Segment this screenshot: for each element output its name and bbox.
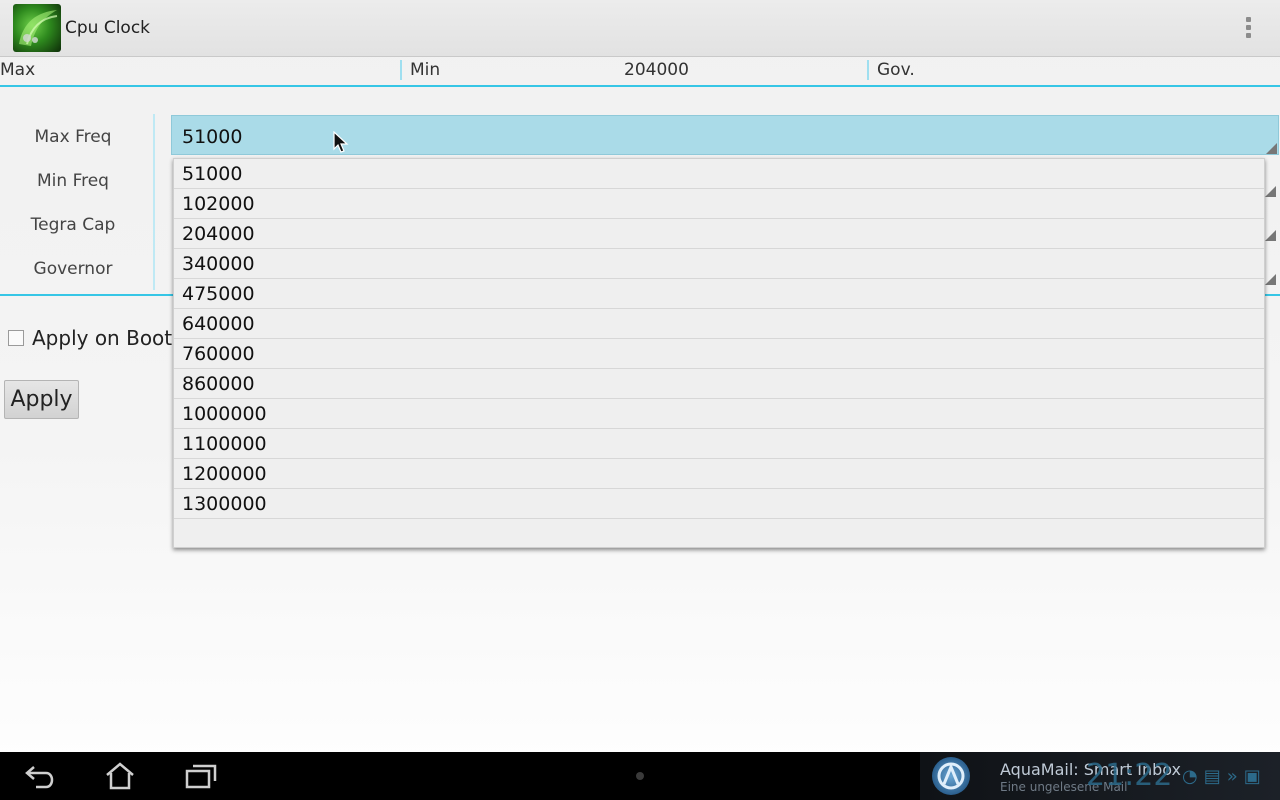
home-indicator-dot: [636, 772, 644, 780]
dropdown-option[interactable]: 204000: [174, 219, 1264, 249]
max-label: Max: [0, 60, 36, 80]
dropdown-option[interactable]: 102000: [174, 189, 1264, 219]
dropdown-option[interactable]: 760000: [174, 339, 1264, 369]
dropdown-option[interactable]: 1100000: [174, 429, 1264, 459]
apply-on-boot-checkbox[interactable]: [8, 330, 24, 346]
keyboard-icon: ▤: [1203, 766, 1227, 787]
app-title: Cpu Clock: [65, 18, 151, 38]
tegra-cap-label: Tegra Cap: [30, 215, 116, 235]
back-icon[interactable]: [24, 762, 58, 794]
dropdown-option[interactable]: 340000: [174, 249, 1264, 279]
min-freq-label: Min Freq: [37, 171, 109, 191]
dropdown-option[interactable]: 475000: [174, 279, 1264, 309]
status-icons: ◔▤»▣: [1182, 766, 1267, 787]
min-label: Min: [410, 60, 441, 80]
max-freq-label: Max Freq: [34, 127, 112, 147]
notification-area[interactable]: AquaMail: Smart Inbox Eine ungelesene Ma…: [920, 752, 1280, 800]
system-navigation-bar: AquaMail: Smart Inbox Eine ungelesene Ma…: [0, 752, 1280, 800]
governor-field-label: Governor: [33, 259, 113, 279]
tegra-cap-spinner-arrow-icon[interactable]: [1265, 230, 1276, 241]
dropdown-option[interactable]: 1000000: [174, 399, 1264, 429]
recent-apps-icon[interactable]: [184, 762, 218, 794]
frequency-info-row: Max Min 204000 Gov.: [0, 56, 1280, 86]
max-freq-spinner-arrow-icon: [1266, 143, 1277, 154]
form-divider: [153, 114, 155, 290]
divider: [867, 60, 869, 80]
divider: [400, 60, 402, 80]
governor-spinner-arrow-icon[interactable]: [1265, 274, 1276, 285]
dropdown-option[interactable]: 860000: [174, 369, 1264, 399]
dropdown-option[interactable]: 1200000: [174, 459, 1264, 489]
min-freq-spinner-arrow-icon[interactable]: [1265, 186, 1276, 197]
cpu-clock-app-icon[interactable]: [13, 4, 61, 52]
min-value: 204000: [624, 60, 689, 80]
aquamail-icon[interactable]: [932, 757, 970, 795]
wifi-icon: ◔: [1182, 766, 1204, 787]
apply-button[interactable]: Apply: [4, 380, 79, 419]
mouse-cursor-icon: [333, 130, 349, 159]
dropdown-option[interactable]: 640000: [174, 309, 1264, 339]
governor-label: Gov.: [877, 60, 915, 80]
action-bar: Cpu Clock: [0, 0, 1280, 57]
max-freq-dropdown-list[interactable]: 51000 102000 204000 340000 475000 640000…: [173, 158, 1265, 548]
overflow-menu-icon[interactable]: [1238, 14, 1258, 42]
screenshot-icon: ▣: [1243, 766, 1267, 787]
accent-divider: [0, 85, 1280, 87]
max-freq-selected-value: 51000: [182, 126, 243, 148]
home-icon[interactable]: [104, 762, 136, 794]
apply-on-boot-label[interactable]: Apply on Boot: [32, 326, 172, 350]
chevron-right-icon: »: [1226, 766, 1244, 787]
status-clock: 21:22: [1086, 758, 1173, 793]
dropdown-option[interactable]: 51000: [174, 159, 1264, 189]
dropdown-option[interactable]: 1300000: [174, 489, 1264, 519]
